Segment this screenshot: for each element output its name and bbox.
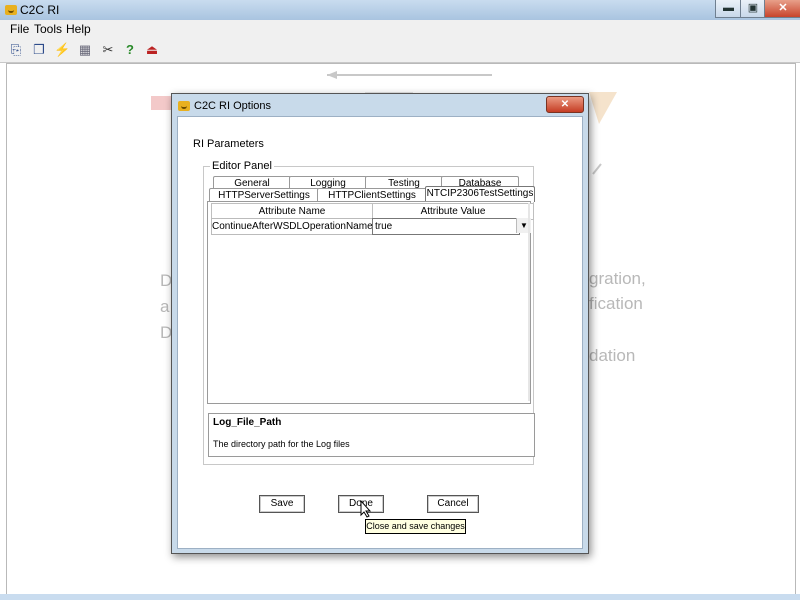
attribute-value-select[interactable]: true (372, 218, 520, 235)
tab-ntcip2306-test-settings[interactable]: NTCIP2306TestSettings (425, 186, 535, 202)
main-titlebar[interactable]: C2C RI ▬ ▣ ✕ (0, 0, 800, 21)
editor-panel-label: Editor Panel (210, 160, 274, 172)
window-bottom-border (0, 594, 800, 600)
cancel-button[interactable]: Cancel (427, 495, 479, 513)
dialog-title: C2C RI Options (194, 100, 272, 112)
tools-icon[interactable]: ✂ (100, 42, 116, 58)
tab-http-server-settings[interactable]: HTTPServerSettings (209, 188, 319, 202)
copy-icon[interactable]: ❐ (31, 42, 47, 58)
dialog-titlebar[interactable]: C2C RI Options ✕ (172, 94, 588, 116)
minimize-button[interactable]: ▬ (715, 0, 742, 18)
menu-bar: File Tools Help (0, 20, 800, 38)
mouse-cursor-icon (360, 500, 372, 518)
help-icon[interactable]: ? (122, 42, 138, 58)
save-button[interactable]: Save (259, 495, 305, 513)
cell-attribute-name[interactable]: ContinueAfterWSDLOperationNameErrors (211, 218, 400, 235)
exit-icon[interactable]: ⏏ (144, 42, 160, 58)
background-text-right-3: dation (589, 346, 636, 365)
open-icon[interactable]: ⎘ (8, 42, 24, 58)
toolbar: ⎘ ❐ ⚡ ▦ ✂ ? ⏏ (0, 38, 800, 63)
table-scrollbar[interactable] (528, 203, 530, 401)
menu-tools[interactable]: Tools (34, 22, 62, 36)
maximize-button[interactable]: ▣ (740, 0, 766, 18)
dialog-logo-icon (178, 101, 190, 111)
tooltip: Close and save changes (365, 519, 466, 534)
background-text-left-2: a (160, 297, 170, 316)
background-text-right-1: gration, (589, 269, 646, 288)
menu-help[interactable]: Help (66, 22, 91, 36)
dialog-close-button[interactable]: ✕ (546, 96, 584, 113)
window-title: C2C RI (20, 3, 60, 17)
report-icon[interactable]: ▦ (77, 42, 93, 58)
wizard-icon[interactable]: ⚡ (54, 42, 70, 58)
description-title: Log_File_Path (213, 417, 282, 428)
ri-parameters-label: RI Parameters (193, 138, 264, 150)
app-logo-icon (5, 5, 17, 15)
close-window-button[interactable]: ✕ (764, 0, 800, 18)
tab-http-client-settings[interactable]: HTTPClientSettings (317, 188, 427, 202)
background-text-right-2: fication (589, 294, 643, 313)
menu-file[interactable]: File (10, 22, 29, 36)
description-text: The directory path for the Log files (213, 439, 350, 449)
options-dialog: C2C RI Options ✕ RI Parameters Editor Pa… (171, 93, 589, 554)
